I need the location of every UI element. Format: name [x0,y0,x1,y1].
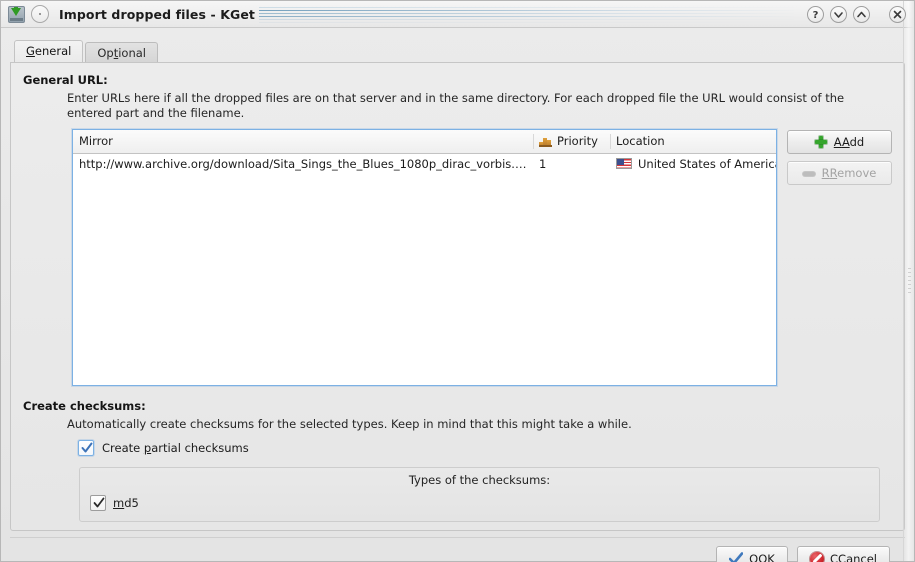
mirror-actions: AAdd RRemove [787,129,892,185]
column-header-mirror[interactable]: Mirror [73,130,533,154]
minus-icon [803,167,816,180]
dialog-window: Import dropped files - KGet ? General Op… [0,0,915,562]
checksum-type-md5-label: md5 [113,496,139,510]
table-row[interactable]: http://www.archive.org/download/Sita_Sin… [73,153,776,174]
general-tab-page: General URL: Enter URLs here if all the … [10,62,905,531]
checkmark-icon [81,442,93,453]
checksums-group-label: Create checksums: [23,399,146,413]
cell-mirror-url: http://www.archive.org/download/Sita_Sin… [79,156,533,171]
remove-button-label: Remove [829,166,877,180]
column-header-priority[interactable]: Priority [533,130,610,154]
checksum-type-md5-checkbox[interactable] [90,495,106,511]
close-icon[interactable] [889,5,906,23]
checkmark-icon [93,497,105,508]
column-header-location[interactable]: Location [610,130,776,154]
cell-location: United States of America [610,153,776,174]
add-button[interactable]: AAdd [787,130,892,154]
table-header-row: Mirror Priority Location [73,130,776,154]
flag-usa-icon [616,158,632,169]
column-header-mirror-label: Mirror [79,134,113,149]
ok-button[interactable]: OOK [716,546,788,562]
tab-bar: General Optional [1,38,914,63]
titlebar-decoration-lines [259,5,794,25]
plus-icon [815,136,828,149]
checksum-types-title: Types of the checksums: [408,473,551,487]
column-header-location-label: Location [616,134,665,149]
on-all-desktops-icon[interactable] [31,5,49,23]
title-bar-left: Import dropped files - KGet [8,5,255,23]
checksum-types-panel: Types of the checksums: md5 [79,467,880,522]
cancel-button-label: Cancel [838,551,877,562]
window-right-edge [903,1,914,561]
window-controls: ? [807,5,906,23]
checksums-description: Automatically create checksums for the s… [67,417,632,431]
tab-optional[interactable]: Optional [85,42,158,63]
cancel-button[interactable]: CCancel [797,546,890,562]
cell-location-label: United States of America [638,156,776,171]
remove-button: RRemove [787,161,892,185]
ok-button-label: OK [758,551,775,562]
window-title: Import dropped files - KGet [59,6,255,22]
svg-text:?: ? [813,10,819,21]
dialog-button-box: OOK CCancel [10,537,905,562]
checksums-section: Create checksums: Automatically create c… [23,399,892,522]
column-header-priority-label: Priority [557,134,598,149]
cell-priority: 1 [539,156,547,171]
mirror-section: Mirror Priority Location http://www.arch… [72,129,892,386]
create-partial-checksums-checkbox[interactable] [78,440,94,456]
check-icon [729,552,744,562]
title-bar: Import dropped files - KGet ? [1,1,914,28]
checksum-type-md5-row[interactable]: md5 [90,495,879,511]
kget-download-icon [8,5,25,23]
priority-bars-icon [539,136,552,147]
cancel-icon [810,551,824,562]
tab-general[interactable]: General [14,40,84,62]
chevron-down-icon[interactable] [830,5,847,23]
resize-grip[interactable] [908,268,911,294]
help-icon[interactable]: ? [807,5,824,23]
create-partial-checksums-row[interactable]: Create partial checksums [78,440,892,456]
general-url-description: Enter URLs here if all the dropped files… [67,91,845,120]
chevron-up-icon[interactable] [853,5,870,23]
create-partial-checksums-label: Create partial checksums [102,441,249,455]
add-button-label: Add [841,135,865,149]
general-url-group-label: General URL: [23,73,108,87]
mirror-table[interactable]: Mirror Priority Location http://www.arch… [72,129,777,386]
